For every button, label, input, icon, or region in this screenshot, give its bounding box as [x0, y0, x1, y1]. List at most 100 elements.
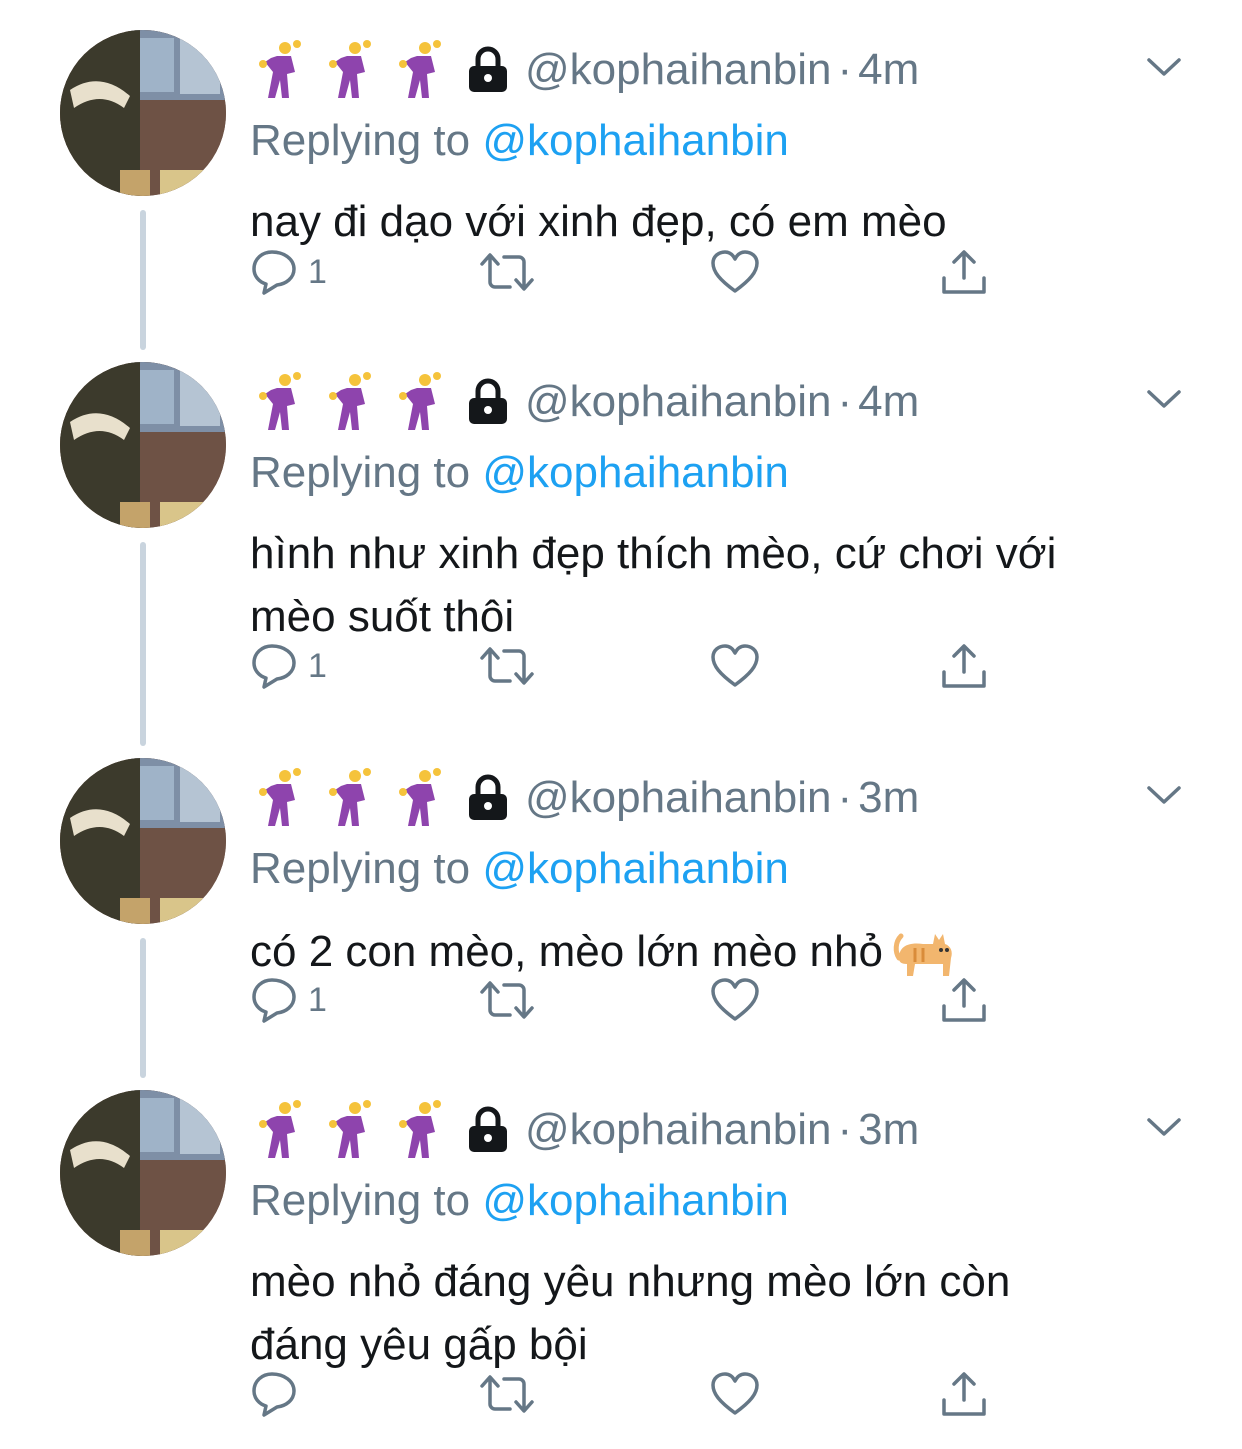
- tweet[interactable]: @kophaihanbin · 4m Replying to @kophaiha…: [0, 362, 1242, 746]
- heart-icon: [711, 250, 759, 293]
- mention-link[interactable]: @kophaihanbin: [482, 1176, 788, 1225]
- dancing-man-icon: [395, 1100, 447, 1160]
- tweet-text: mèo nhỏ đáng yêu nhưng mèo lớn còn đáng …: [250, 1257, 1011, 1369]
- reply-icon: [252, 644, 296, 689]
- like-button[interactable]: [710, 244, 760, 300]
- replying-to-label: Replying to: [250, 1176, 471, 1225]
- chevron-down-icon[interactable]: [1146, 56, 1182, 80]
- mention-link[interactable]: @kophaihanbin: [482, 844, 788, 893]
- separator-dot: ·: [837, 1105, 853, 1154]
- timestamp[interactable]: 4m: [858, 45, 919, 95]
- handle[interactable]: @kophaihanbin: [525, 773, 831, 823]
- lock-icon: [465, 774, 511, 822]
- tweet[interactable]: @kophaihanbin · 3m Replying to @kophaiha…: [0, 758, 1242, 1078]
- retweet-icon: [480, 981, 534, 1019]
- lock-icon: [465, 46, 511, 94]
- tweet-actions: 1: [250, 244, 1010, 300]
- dancing-man-icon: [395, 40, 447, 100]
- lock-icon: [465, 378, 511, 426]
- share-button[interactable]: [940, 244, 988, 300]
- like-button[interactable]: [710, 972, 760, 1028]
- retweet-button[interactable]: [478, 972, 536, 1028]
- share-icon: [942, 978, 986, 1022]
- cat-icon: [893, 918, 957, 980]
- tweet-header: @kophaihanbin · 4m: [255, 40, 919, 100]
- replying-to: Replying to @kophaihanbin: [250, 844, 789, 894]
- avatar[interactable]: [60, 1090, 226, 1256]
- dancing-man-icon: [255, 768, 307, 828]
- replying-to-label: Replying to: [250, 116, 471, 165]
- separator-dot: ·: [837, 45, 853, 94]
- share-icon: [942, 250, 986, 294]
- retweet-button[interactable]: [478, 244, 536, 300]
- dancing-man-icon: [255, 40, 307, 100]
- chevron-down-icon[interactable]: [1146, 784, 1182, 808]
- tweet-header: @kophaihanbin · 4m: [255, 372, 919, 432]
- reply-icon: [252, 1372, 296, 1417]
- timestamp[interactable]: 3m: [858, 773, 919, 823]
- retweet-icon: [480, 1375, 534, 1413]
- tweet[interactable]: @kophaihanbin · 4m Replying to @kophaiha…: [0, 30, 1242, 350]
- handle[interactable]: @kophaihanbin: [525, 377, 831, 427]
- replying-to-label: Replying to: [250, 844, 471, 893]
- chevron-down-icon[interactable]: [1146, 388, 1182, 412]
- dancing-man-icon: [325, 372, 377, 432]
- reply-button[interactable]: [250, 1366, 308, 1422]
- reply-button[interactable]: 1: [250, 972, 327, 1028]
- retweet-button[interactable]: [478, 638, 536, 694]
- reply-count: 1: [308, 252, 327, 291]
- retweet-icon: [480, 647, 534, 685]
- reply-icon: [252, 978, 296, 1023]
- thread-line: [140, 542, 146, 746]
- like-button[interactable]: [710, 1366, 760, 1422]
- reply-count: 1: [308, 980, 327, 1019]
- reply-icon: [252, 250, 296, 295]
- replying-to-label: Replying to: [250, 448, 471, 497]
- handle[interactable]: @kophaihanbin: [525, 45, 831, 95]
- retweet-icon: [480, 253, 534, 291]
- tweet[interactable]: @kophaihanbin · 3m Replying to @kophaiha…: [0, 1090, 1242, 1449]
- replying-to: Replying to @kophaihanbin: [250, 116, 789, 166]
- avatar[interactable]: [60, 30, 226, 196]
- dancing-man-icon: [255, 372, 307, 432]
- chevron-down-icon[interactable]: [1146, 1116, 1182, 1140]
- avatar[interactable]: [60, 758, 226, 924]
- tweet-actions: 1: [250, 972, 1010, 1028]
- like-button[interactable]: [710, 638, 760, 694]
- tweet-header: @kophaihanbin · 3m: [255, 1100, 919, 1160]
- mention-link[interactable]: @kophaihanbin: [482, 116, 788, 165]
- heart-icon: [711, 1372, 759, 1415]
- dancing-man-icon: [325, 1100, 377, 1160]
- dancing-man-icon: [325, 40, 377, 100]
- tweet-actions: 1: [250, 638, 1010, 694]
- replying-to: Replying to @kophaihanbin: [250, 448, 789, 498]
- dancing-man-icon: [395, 768, 447, 828]
- tweet-header: @kophaihanbin · 3m: [255, 768, 919, 828]
- tweet-actions: [250, 1366, 1010, 1422]
- separator-dot: ·: [837, 773, 853, 822]
- replying-to: Replying to @kophaihanbin: [250, 1176, 789, 1226]
- avatar[interactable]: [60, 362, 226, 528]
- thread-line: [140, 210, 146, 350]
- dancing-man-icon: [255, 1100, 307, 1160]
- share-button[interactable]: [940, 972, 988, 1028]
- separator-dot: ·: [837, 377, 853, 426]
- dancing-man-icon: [325, 768, 377, 828]
- share-icon: [942, 1372, 986, 1416]
- mention-link[interactable]: @kophaihanbin: [482, 448, 788, 497]
- share-button[interactable]: [940, 1366, 988, 1422]
- dancing-man-icon: [395, 372, 447, 432]
- handle[interactable]: @kophaihanbin: [525, 1105, 831, 1155]
- retweet-button[interactable]: [478, 1366, 536, 1422]
- heart-icon: [711, 978, 759, 1021]
- tweet-text: hình như xinh đẹp thích mèo, cứ chơi với…: [250, 529, 1057, 641]
- reply-button[interactable]: 1: [250, 638, 327, 694]
- reply-button[interactable]: 1: [250, 244, 327, 300]
- lock-icon: [465, 1106, 511, 1154]
- thread-line: [140, 938, 146, 1078]
- timestamp[interactable]: 4m: [858, 377, 919, 427]
- timestamp[interactable]: 3m: [858, 1105, 919, 1155]
- tweet-text: có 2 con mèo, mèo lớn mèo nhỏ: [250, 927, 883, 976]
- share-button[interactable]: [940, 638, 988, 694]
- reply-count: 1: [308, 646, 327, 685]
